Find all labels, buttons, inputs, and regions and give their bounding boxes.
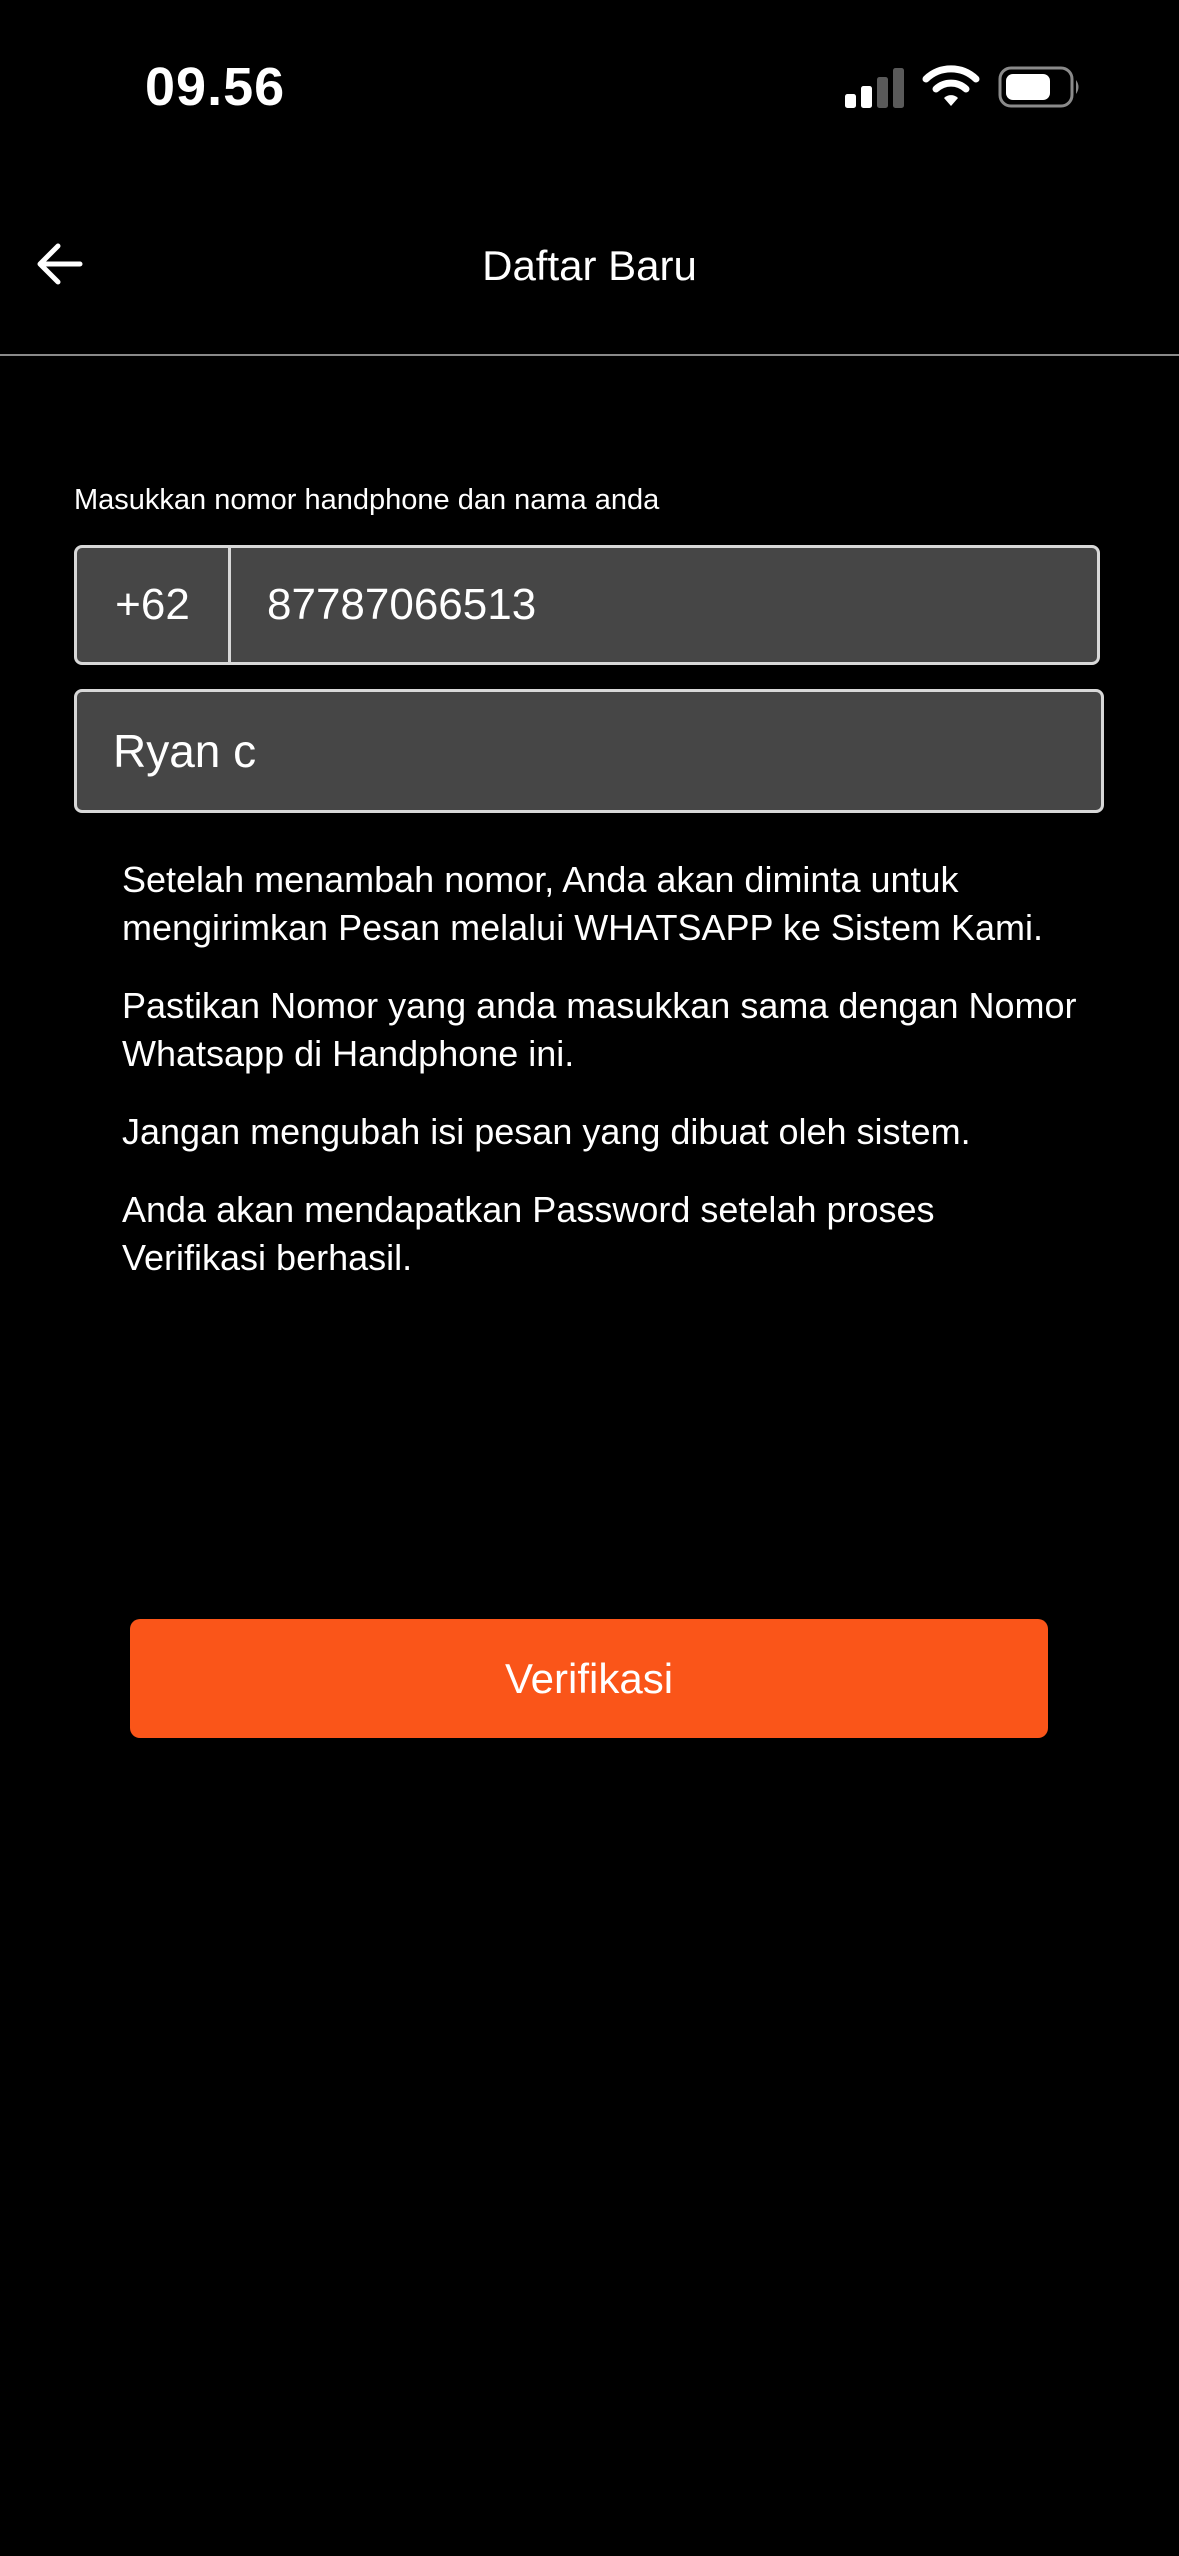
signal-icon: [845, 68, 904, 108]
name-field: [74, 689, 1104, 813]
name-input[interactable]: [77, 692, 1101, 810]
info-paragraph: Setelah menambah nomor, Anda akan dimint…: [122, 859, 1043, 948]
nav-bar: Daftar Baru: [0, 190, 1179, 356]
phone-field: +62: [74, 545, 1100, 665]
status-bar: 09.56: [0, 0, 1179, 170]
battery-icon: [998, 66, 1079, 108]
info-text-block: Setelah menambah nomor, Anda akan dimint…: [122, 856, 1082, 1312]
info-paragraph: Anda akan mendapatkan Password setelah p…: [122, 1189, 935, 1278]
info-paragraph: Jangan mengubah isi pesan yang dibuat ol…: [122, 1111, 971, 1152]
wifi-icon: [922, 65, 980, 106]
phone-input[interactable]: [231, 548, 1097, 662]
page-title: Daftar Baru: [482, 242, 697, 289]
verify-button[interactable]: Verifikasi: [130, 1619, 1048, 1738]
country-code-selector[interactable]: +62: [77, 548, 231, 662]
status-time: 09.56: [145, 57, 286, 117]
form-label: Masukkan nomor handphone dan nama anda: [74, 484, 660, 516]
info-paragraph: Pastikan Nomor yang anda masukkan sama d…: [122, 985, 1077, 1074]
